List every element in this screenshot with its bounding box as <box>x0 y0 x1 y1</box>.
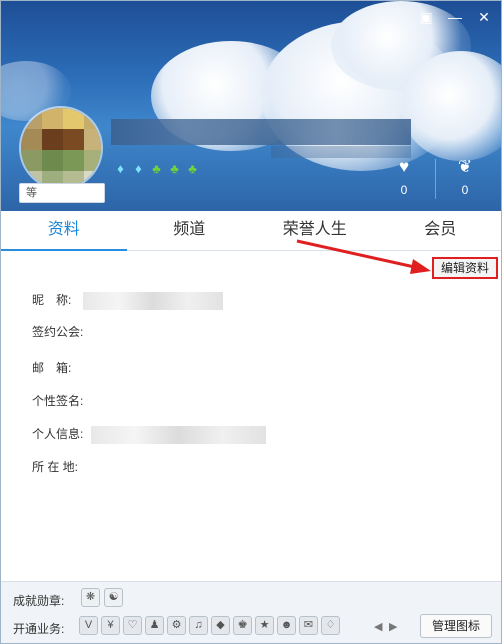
email-label: 邮 箱: <box>32 361 72 375</box>
nickname-row: 昵 称: <box>32 291 223 310</box>
annotation-arrow <box>296 239 431 274</box>
nickname-redacted <box>82 291 223 310</box>
likes-count: 0 <box>400 183 408 197</box>
edit-profile-button[interactable]: 编辑资料 <box>432 257 498 279</box>
level-badge: 等 <box>19 183 105 203</box>
manage-icons-button[interactable]: 管理图标 <box>420 614 492 638</box>
email-row: 邮 箱: <box>32 359 71 375</box>
guild-label: 签约公会: <box>32 325 84 339</box>
signature-row: 个性签名: <box>32 392 83 408</box>
ribbon-icon: ❦ <box>457 157 473 176</box>
dragon-icon[interactable]: ⚙ <box>167 616 186 635</box>
guild-row: 签约公会: <box>32 323 83 339</box>
vip-icon[interactable]: V <box>79 616 98 635</box>
signature-label: 个性签名: <box>32 394 84 408</box>
medals-label: 成就勋章: <box>13 594 65 608</box>
pet-icon[interactable]: ♟ <box>145 616 164 635</box>
likes-stat[interactable]: ♥ 0 <box>384 157 424 197</box>
business-icons: V ¥ ♡ ♟ ⚙ ♫ ◆ ♚ ★ ☻ ✉ ♢ <box>79 616 340 635</box>
honor-count: 0 <box>461 183 469 197</box>
nickname-label: 昵 称: <box>32 293 72 307</box>
location-row: 所 在 地: <box>32 458 78 474</box>
close-icon[interactable]: ✕ <box>473 7 495 27</box>
stat-divider <box>435 159 436 199</box>
personal-info-redacted <box>90 425 266 444</box>
diamond-icon: ♦ <box>117 161 124 176</box>
username-redacted <box>111 119 411 145</box>
bottom-bar: 成就勋章: ❋ ☯ 开通业务: V ¥ ♡ ♟ ⚙ ♫ ◆ ♚ ★ ☻ ✉ ♢ … <box>1 581 501 643</box>
heart-icon: ♥ <box>398 157 410 176</box>
medal-icon[interactable]: ☯ <box>104 588 123 607</box>
prev-icon[interactable]: ◀ <box>374 620 382 633</box>
diamond-icon: ♦ <box>135 161 142 176</box>
leaf-icon: ♣ <box>188 161 197 176</box>
personal-info-label: 个人信息: <box>32 427 84 441</box>
crown-icon[interactable]: ♚ <box>233 616 252 635</box>
leaf-icon: ♣ <box>152 161 161 176</box>
diamond-icon[interactable]: ♢ <box>321 616 340 635</box>
chat-icon[interactable]: ✉ <box>299 616 318 635</box>
yen-icon[interactable]: ¥ <box>101 616 120 635</box>
heart-icon[interactable]: ♡ <box>123 616 142 635</box>
vip-gems: ♦ ♦ ♣ ♣ ♣ <box>113 161 200 176</box>
personal-info-row: 个人信息: <box>32 425 266 444</box>
honor-stat[interactable]: ❦ 0 <box>445 157 485 197</box>
profile-banner: ▣ — ✕ 等 ♦ ♦ ♣ ♣ ♣ ♥ 0 ❦ 0 <box>1 1 501 211</box>
profile-window: ▣ — ✕ 等 ♦ ♦ ♣ ♣ ♣ ♥ 0 ❦ 0 资料 频道 荣誉人生 会员 … <box>0 0 502 644</box>
avatar[interactable] <box>19 106 103 190</box>
location-label: 所 在 地: <box>32 460 79 474</box>
ghost-icon[interactable]: ☻ <box>277 616 296 635</box>
star-icon[interactable]: ★ <box>255 616 274 635</box>
medal-icons: ❋ ☯ <box>81 588 123 607</box>
leaf-icon: ♣ <box>170 161 179 176</box>
next-icon[interactable]: ▶ <box>389 620 397 633</box>
shield-icon[interactable]: ◆ <box>211 616 230 635</box>
tab-channel[interactable]: 频道 <box>127 211 253 250</box>
tab-profile[interactable]: 资料 <box>1 211 127 251</box>
minimize-icon[interactable]: — <box>444 7 466 27</box>
medal-icon[interactable]: ❋ <box>81 588 100 607</box>
business-label: 开通业务: <box>13 622 65 636</box>
skin-icon[interactable]: ▣ <box>415 7 437 27</box>
music-icon[interactable]: ♫ <box>189 616 208 635</box>
